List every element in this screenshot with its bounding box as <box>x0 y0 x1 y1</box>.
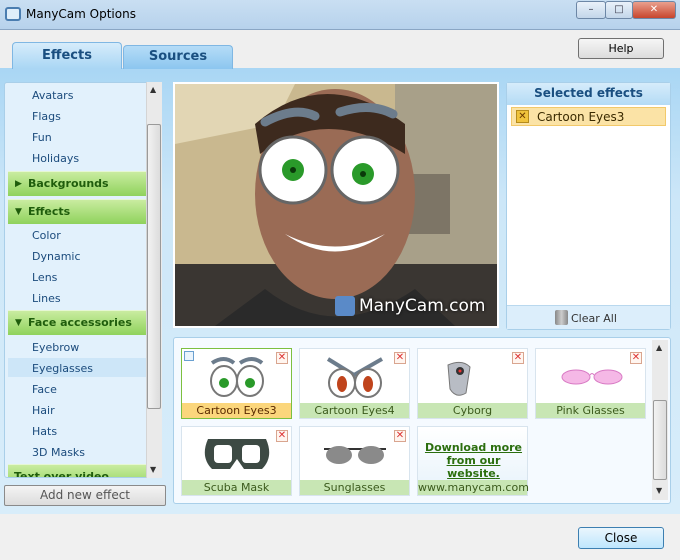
effect-tile-scuba-mask[interactable]: ✕ Scuba Mask <box>181 426 292 496</box>
tile-label: Sunglasses <box>300 480 409 495</box>
sidebar-item-eyebrow[interactable]: Eyebrow <box>32 341 79 354</box>
group-label: Effects <box>28 205 71 218</box>
download-line1: Download more <box>424 441 523 454</box>
scrollbar-thumb[interactable] <box>653 400 667 480</box>
effect-tile-cartoon-eyes3[interactable]: ✕ Cartoon Eyes3 <box>181 348 292 419</box>
collapse-arrow-icon: ▼ <box>15 207 22 217</box>
sidebar-item-lens[interactable]: Lens <box>32 271 57 284</box>
scroll-up-icon[interactable]: ▲ <box>150 85 156 94</box>
expand-arrow-icon: ▶ <box>15 179 22 189</box>
group-label: Backgrounds <box>28 177 109 190</box>
delete-icon[interactable]: ✕ <box>512 352 524 364</box>
trash-icon[interactable] <box>555 310 568 325</box>
manycam-app-icon <box>5 7 21 21</box>
clear-all-bar: Clear All <box>507 305 670 329</box>
selected-effects-title: Selected effects <box>507 83 670 105</box>
group-face-accessories[interactable]: ▼ Face accessories <box>8 310 148 335</box>
download-more-link[interactable]: Download more from our website. <box>422 441 525 480</box>
delete-icon[interactable]: ✕ <box>394 430 406 442</box>
effect-tile-cartoon-eyes4[interactable]: ✕ Cartoon Eyes4 <box>299 348 410 419</box>
effect-gallery: ✕ Cartoon Eyes3 ✕ Cartoon Eyes4 ✕ Cyborg… <box>173 337 671 504</box>
minimize-button[interactable]: – <box>576 1 606 19</box>
group-backgrounds[interactable]: ▶ Backgrounds <box>8 171 148 196</box>
effect-tile-pink-glasses[interactable]: ✕ Pink Glasses <box>535 348 646 419</box>
effect-category-list: Avatars Flags Fun Holidays ▶ Backgrounds … <box>4 82 162 478</box>
tab-effects[interactable]: Effects <box>12 42 122 69</box>
tile-label: Cyborg <box>418 403 527 418</box>
sidebar-item-fun[interactable]: Fun <box>32 131 52 144</box>
user-icon <box>184 351 194 361</box>
delete-icon[interactable]: ✕ <box>394 352 406 364</box>
sidebar-item-dynamic[interactable]: Dynamic <box>32 250 81 263</box>
group-text-over-video[interactable]: Text over video <box>8 464 148 478</box>
watermark: ManyCam.com <box>359 296 486 316</box>
clear-all-button[interactable]: Clear All <box>571 312 617 325</box>
effect-tile-sunglasses[interactable]: ✕ Sunglasses <box>299 426 410 496</box>
selected-effects-panel: Selected effects ✕ Cartoon Eyes3 Clear A… <box>506 82 671 330</box>
selected-effect-name: Cartoon Eyes3 <box>537 110 625 124</box>
effect-tile-cyborg[interactable]: ✕ Cyborg <box>417 348 528 419</box>
delete-icon[interactable]: ✕ <box>630 352 642 364</box>
sidebar-item-color[interactable]: Color <box>32 229 61 242</box>
scrollbar-thumb[interactable] <box>147 124 161 409</box>
webcam-preview: ManyCam.com <box>173 82 499 328</box>
group-label: Text over video <box>14 470 109 478</box>
sidebar-item-flags[interactable]: Flags <box>32 110 61 123</box>
sidebar-item-lines[interactable]: Lines <box>32 292 61 305</box>
download-more-tile[interactable]: Download more from our website. www.manyc… <box>417 426 529 496</box>
webcam-image <box>175 84 497 326</box>
sidebar-item-avatars[interactable]: Avatars <box>32 89 73 102</box>
help-button[interactable]: Help <box>578 38 664 59</box>
window-close-button[interactable]: ✕ <box>632 1 676 19</box>
sidebar-item-3d-masks[interactable]: 3D Masks <box>32 446 85 459</box>
tile-label: Scuba Mask <box>182 480 291 495</box>
selected-effect-item[interactable]: ✕ Cartoon Eyes3 <box>511 107 666 126</box>
tile-label: Pink Glasses <box>536 403 645 418</box>
manycam-logo-icon <box>335 296 355 316</box>
tile-label: Cartoon Eyes4 <box>300 403 409 418</box>
sidebar-item-hats[interactable]: Hats <box>32 425 57 438</box>
sidebar-item-face[interactable]: Face <box>32 383 57 396</box>
maximize-button[interactable]: □ <box>605 1 633 19</box>
delete-icon[interactable]: ✕ <box>276 430 288 442</box>
sidebar-item-eyeglasses[interactable]: Eyeglasses <box>32 362 93 375</box>
scroll-down-icon[interactable]: ▼ <box>150 465 156 474</box>
title-bar: ManyCam Options – □ ✕ <box>0 0 680 30</box>
website-url[interactable]: www.manycam.com <box>418 480 529 495</box>
delete-icon[interactable]: ✕ <box>276 352 288 364</box>
group-label: Face accessories <box>28 316 132 329</box>
scroll-up-icon[interactable]: ▲ <box>656 343 662 352</box>
collapse-arrow-icon: ▼ <box>15 318 22 328</box>
tab-sources[interactable]: Sources <box>123 45 233 69</box>
scroll-down-icon[interactable]: ▼ <box>656 486 662 495</box>
tile-label: Cartoon Eyes3 <box>182 403 291 418</box>
add-new-effect-button[interactable]: Add new effect <box>4 485 166 506</box>
window-title: ManyCam Options <box>26 7 136 21</box>
download-line2: from our website <box>446 454 501 480</box>
remove-effect-icon[interactable]: ✕ <box>516 110 529 123</box>
group-effects[interactable]: ▼ Effects <box>8 199 148 224</box>
sidebar-item-holidays[interactable]: Holidays <box>32 152 79 165</box>
sidebar-item-hair[interactable]: Hair <box>32 404 55 417</box>
close-button[interactable]: Close <box>578 527 664 549</box>
